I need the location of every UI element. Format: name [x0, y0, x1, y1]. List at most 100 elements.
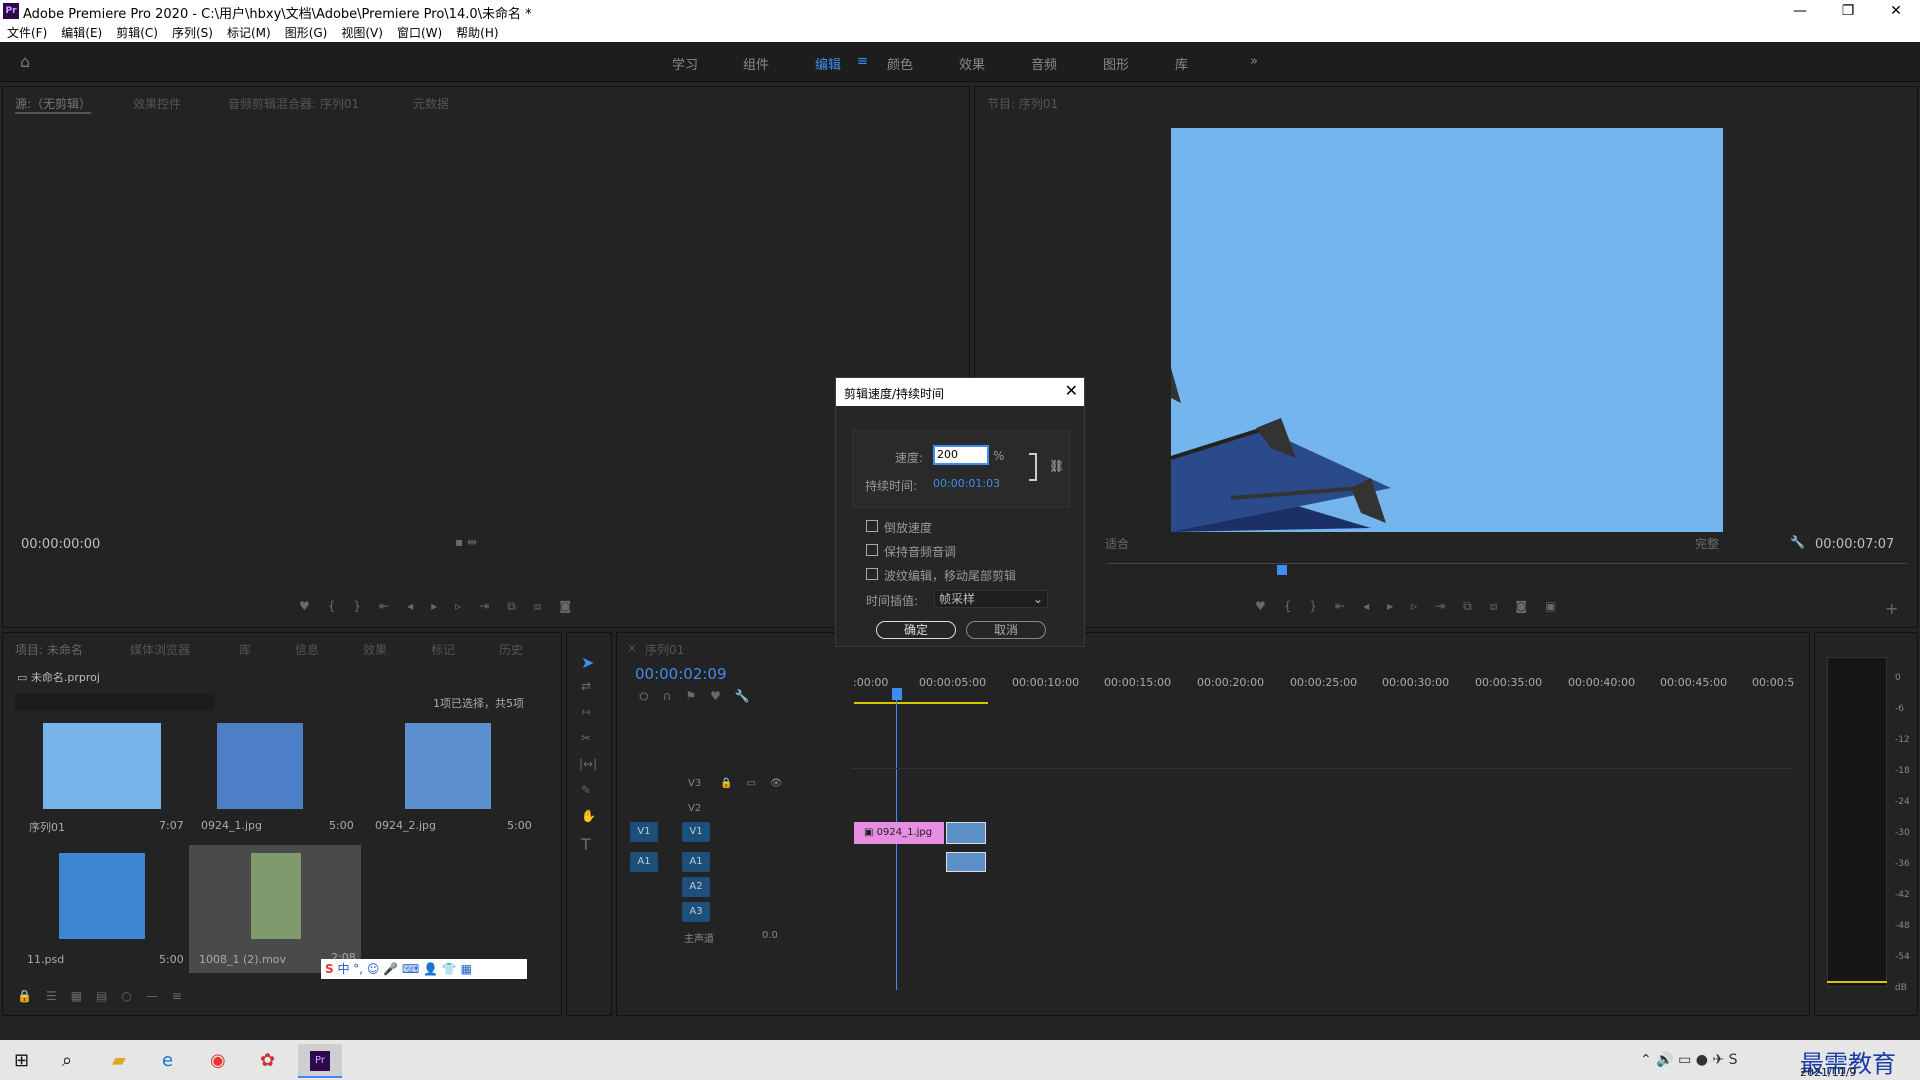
- close-tab-icon[interactable]: ×: [627, 641, 637, 655]
- video-clip-mov[interactable]: [946, 822, 986, 844]
- restore-button[interactable]: ❐: [1828, 1, 1868, 21]
- menu-sequence[interactable]: 序列(S): [165, 22, 220, 41]
- program-scrub-bar[interactable]: [1107, 563, 1907, 564]
- track-select-icon[interactable]: ⇄: [581, 679, 591, 693]
- ime-toolbar[interactable]: S 中 °, ☺ 🎤 ⌨ 👤 👕 ▦: [321, 959, 527, 979]
- tab-audio-mixer[interactable]: 音频剪辑混合器: 序列01: [228, 95, 359, 112]
- project-item[interactable]: 0924_2.jpg 5:00: [363, 723, 533, 843]
- edge-icon[interactable]: e: [162, 1050, 173, 1071]
- hand-tool-icon[interactable]: ✋: [581, 809, 596, 823]
- link-chain-icon[interactable]: ⛓: [1049, 459, 1064, 473]
- source-patch-a1[interactable]: A1: [630, 852, 658, 872]
- ripple-edit-icon[interactable]: ⇿: [581, 705, 591, 719]
- project-bottom-toolbar[interactable]: 🔒☰▦▤○—≡: [17, 989, 196, 1003]
- speed-input[interactable]: 200: [933, 445, 989, 465]
- track-a1-target[interactable]: A1: [682, 852, 710, 872]
- menu-edit[interactable]: 编辑(E): [54, 22, 109, 41]
- audio-clip-mov[interactable]: [946, 852, 986, 872]
- razor-tool-icon[interactable]: ✂: [581, 731, 591, 745]
- workspace-effects[interactable]: 效果: [959, 54, 985, 73]
- source-transport-controls[interactable]: ♥{}⇤◂▸▹⇥⧉⧈◙: [299, 599, 589, 614]
- timeline-timecode[interactable]: 00:00:02:09: [635, 665, 727, 683]
- track-a3-target[interactable]: A3: [682, 902, 710, 922]
- track-a2-target[interactable]: A2: [682, 877, 710, 897]
- pen-tool-icon[interactable]: ✎: [581, 783, 591, 797]
- source-timecode[interactable]: 00:00:00:00: [21, 537, 100, 552]
- project-item[interactable]: 0924_1.jpg 5:00: [189, 723, 359, 843]
- program-playhead[interactable]: [1277, 565, 1287, 575]
- project-item[interactable]: 序列01 7:07: [15, 723, 185, 843]
- project-item[interactable]: 11.psd 5:00: [15, 853, 185, 973]
- menu-window[interactable]: 窗口(W): [390, 22, 449, 41]
- track-v3-label[interactable]: V3: [688, 778, 701, 789]
- time-interpolation-select[interactable]: 帧采样 ⌄: [934, 590, 1048, 608]
- master-track-value[interactable]: 0.0: [762, 930, 778, 941]
- quality-dropdown[interactable]: 完整: [1695, 535, 1719, 552]
- workspace-assembly[interactable]: 组件: [743, 54, 769, 73]
- more-workspaces-icon[interactable]: »: [1250, 54, 1258, 69]
- workspace-libraries[interactable]: 库: [1175, 54, 1188, 73]
- track-controls[interactable]: 🔒▭👁: [720, 778, 797, 789]
- reverse-speed-checkbox[interactable]: [866, 520, 878, 532]
- tab-history[interactable]: 历史: [499, 641, 523, 658]
- track-v2-label[interactable]: V2: [688, 803, 701, 814]
- type-tool-icon[interactable]: T: [581, 835, 591, 854]
- tab-program[interactable]: 节目: 序列01: [987, 95, 1058, 112]
- ruler-tick: 00:00:40:00: [1568, 676, 1636, 689]
- minimize-button[interactable]: —: [1780, 1, 1820, 21]
- app-icon[interactable]: ✿: [260, 1050, 275, 1071]
- workspace-audio[interactable]: 音频: [1031, 54, 1057, 73]
- source-settings-icon[interactable]: ▪ ⇹: [455, 535, 477, 549]
- wrench-icon[interactable]: 🔧: [1790, 535, 1805, 549]
- video-clip[interactable]: ▣ 0924_1.jpg: [854, 822, 944, 844]
- ok-button[interactable]: 确定: [876, 621, 956, 639]
- workspace-editing[interactable]: 编辑: [815, 54, 841, 73]
- menu-clip[interactable]: 剪辑(C): [109, 22, 165, 41]
- file-explorer-icon[interactable]: ▰: [112, 1050, 126, 1071]
- keep-pitch-checkbox[interactable]: [866, 544, 878, 556]
- project-search-input[interactable]: [15, 693, 215, 711]
- timeline-tools[interactable]: ⛭∩⚑♥🔧: [639, 689, 764, 704]
- tab-info[interactable]: 信息: [295, 641, 319, 658]
- tray-icons[interactable]: ⌃ 🔊 ▭ ● ✈ S: [1640, 1052, 1737, 1068]
- menu-markers[interactable]: 标记(M): [220, 22, 278, 41]
- windows-start-icon[interactable]: ⊞: [14, 1050, 29, 1071]
- slip-tool-icon[interactable]: |↔|: [579, 757, 597, 771]
- workspace-menu-icon[interactable]: ≡: [857, 54, 868, 69]
- work-area-bar[interactable]: [854, 702, 988, 704]
- project-item-selected[interactable]: 1008_1 (2).mov 2:08: [189, 845, 361, 973]
- menu-view[interactable]: 视图(V): [334, 22, 390, 41]
- tab-effects[interactable]: 效果: [363, 641, 387, 658]
- cancel-button[interactable]: 取消: [966, 621, 1046, 639]
- tab-sequence[interactable]: 序列01: [645, 641, 684, 658]
- workspace-graphics[interactable]: 图形: [1103, 54, 1129, 73]
- playhead-handle[interactable]: [892, 688, 902, 700]
- add-button-icon[interactable]: +: [1885, 599, 1898, 618]
- tab-effect-controls[interactable]: 效果控件: [133, 95, 181, 112]
- selection-tool-icon[interactable]: ➤: [581, 653, 594, 672]
- premiere-taskbar-item[interactable]: Pr: [298, 1044, 342, 1078]
- close-window-button[interactable]: ✕: [1876, 1, 1916, 21]
- menu-graphics[interactable]: 图形(G): [278, 22, 335, 41]
- fit-dropdown[interactable]: 适合: [1105, 535, 1129, 552]
- program-transport-controls[interactable]: ♥{}⇤◂▸▹⇥⧉⧈◙▣: [1255, 599, 1574, 614]
- workspace-learn[interactable]: 学习: [672, 54, 698, 73]
- track-v1-target[interactable]: V1: [682, 822, 710, 842]
- tab-media-browser[interactable]: 媒体浏览器: [130, 641, 190, 658]
- tab-libraries[interactable]: 库: [239, 641, 251, 658]
- duration-value[interactable]: 00:00:01:03: [933, 477, 1000, 490]
- workspace-color[interactable]: 颜色: [887, 54, 913, 73]
- menu-file[interactable]: 文件(F): [0, 22, 54, 41]
- tab-source[interactable]: 源:（无剪辑）: [15, 95, 92, 114]
- source-patch-v1[interactable]: V1: [630, 822, 658, 842]
- tab-metadata[interactable]: 元数据: [413, 95, 449, 112]
- program-timecode[interactable]: 00:00:07:07: [1815, 537, 1894, 552]
- ripple-edit-checkbox[interactable]: [866, 568, 878, 580]
- home-icon[interactable]: ⌂: [20, 54, 38, 70]
- tab-project[interactable]: 项目: 未命名: [15, 641, 83, 658]
- tab-markers[interactable]: 标记: [431, 641, 455, 658]
- menu-help[interactable]: 帮助(H): [449, 22, 505, 41]
- search-icon[interactable]: ⌕: [62, 1050, 72, 1071]
- chrome-icon[interactable]: ◉: [210, 1050, 226, 1071]
- dialog-close-icon[interactable]: ✕: [1065, 381, 1078, 400]
